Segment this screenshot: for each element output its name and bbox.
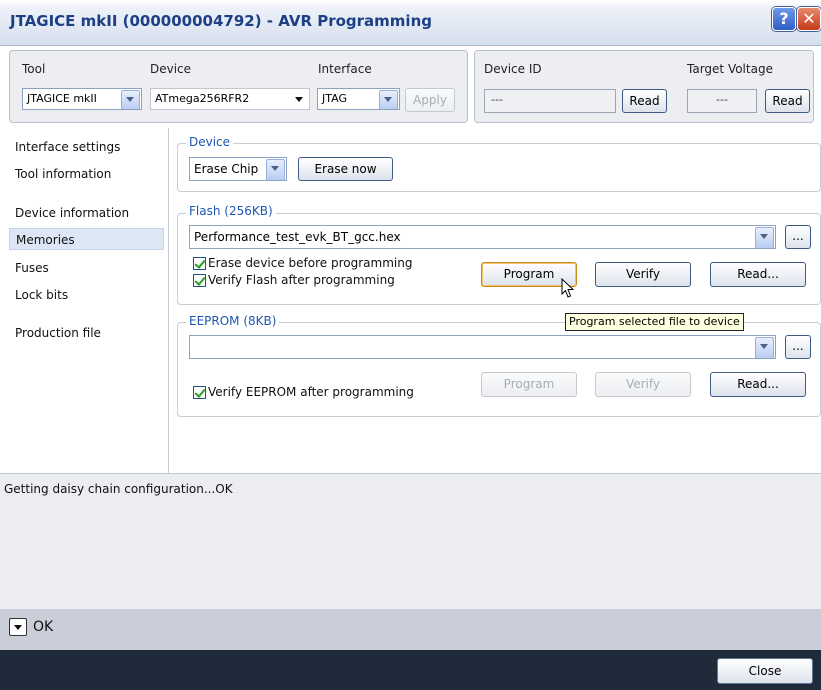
chevron-down-icon xyxy=(379,90,398,109)
sidebar-item-production-file[interactable]: Production file xyxy=(9,322,164,344)
flash-file-value: Performance_test_evk_BT_gcc.hex xyxy=(194,230,401,244)
erase-mode-value: Erase Chip xyxy=(194,162,259,176)
eeprom-file-select[interactable] xyxy=(189,335,776,359)
tool-label: Tool xyxy=(22,62,46,76)
eeprom-browse-button[interactable]: ... xyxy=(785,335,811,359)
flash-group-title: Flash (256KB) xyxy=(186,204,276,218)
chevron-down-icon xyxy=(755,337,774,358)
device-group-title: Device xyxy=(186,135,234,149)
interface-label: Interface xyxy=(318,62,372,76)
eeprom-program-button[interactable]: Program xyxy=(481,372,577,397)
caret-down-icon xyxy=(14,625,22,630)
device-select[interactable]: ATmega256RFR2 xyxy=(150,88,310,110)
program-tooltip: Program selected file to device xyxy=(565,313,744,331)
device-id-field: --- xyxy=(484,89,616,113)
caret-down-icon xyxy=(295,97,303,102)
sidebar: Interface settings Tool information Devi… xyxy=(9,128,164,473)
connection-panel xyxy=(9,50,468,123)
eeprom-read-button[interactable]: Read... xyxy=(710,372,806,397)
interface-select[interactable]: JTAG xyxy=(317,88,400,110)
sidebar-item-tool-information[interactable]: Tool information xyxy=(9,163,164,185)
device-id-label: Device ID xyxy=(484,62,542,76)
sidebar-item-memories[interactable]: Memories xyxy=(9,228,164,250)
verify-flash-checkbox[interactable] xyxy=(193,274,206,287)
window-close-button[interactable]: ✕ xyxy=(797,7,821,31)
status-text: OK xyxy=(33,619,54,635)
status-bar: OK xyxy=(0,609,821,650)
sidebar-item-fuses[interactable]: Fuses xyxy=(9,257,164,279)
target-voltage-field: --- xyxy=(687,89,757,113)
device-select-value: ATmega256RFR2 xyxy=(155,92,250,105)
flash-read-button[interactable]: Read... xyxy=(710,262,806,287)
sidebar-item-lock-bits[interactable]: Lock bits xyxy=(9,284,164,306)
chevron-down-icon xyxy=(266,159,285,180)
footer-bar: Close xyxy=(0,650,821,690)
mouse-cursor-icon xyxy=(561,278,575,298)
target-voltage-read-button[interactable]: Read xyxy=(765,89,810,113)
device-id-read-button[interactable]: Read xyxy=(622,89,667,113)
sidebar-item-interface-settings[interactable]: Interface settings xyxy=(9,136,164,158)
close-button[interactable]: Close xyxy=(717,658,813,684)
target-voltage-label: Target Voltage xyxy=(687,62,773,76)
log-panel: Getting daisy chain configuration...OK xyxy=(0,473,821,609)
sidebar-item-device-information[interactable]: Device information xyxy=(9,202,164,224)
log-text: Getting daisy chain configuration...OK xyxy=(4,482,233,496)
sidebar-divider xyxy=(168,128,169,473)
device-label: Device xyxy=(150,62,192,76)
eeprom-verify-button[interactable]: Verify xyxy=(595,372,691,397)
eeprom-group-title: EEPROM (8KB) xyxy=(186,314,280,328)
chevron-down-icon xyxy=(121,90,140,109)
erase-before-label: Erase device before programming xyxy=(208,256,413,270)
erase-mode-select[interactable]: Erase Chip xyxy=(189,157,287,181)
expand-log-button[interactable] xyxy=(9,618,27,636)
verify-flash-label: Verify Flash after programming xyxy=(208,273,395,287)
tool-select-value: JTAGICE mkII xyxy=(27,92,97,105)
verify-eeprom-label: Verify EEPROM after programming xyxy=(208,385,414,399)
verify-eeprom-checkbox[interactable] xyxy=(193,386,206,399)
apply-button[interactable]: Apply xyxy=(405,88,455,112)
flash-file-select[interactable]: Performance_test_evk_BT_gcc.hex xyxy=(189,225,776,249)
window-title: JTAGICE mkII (000000004792) - AVR Progra… xyxy=(10,12,432,30)
help-button[interactable]: ? xyxy=(772,7,796,31)
erase-now-button[interactable]: Erase now xyxy=(298,157,393,181)
flash-browse-button[interactable]: ... xyxy=(785,225,811,249)
chevron-down-icon xyxy=(755,227,774,248)
tool-select[interactable]: JTAGICE mkII xyxy=(22,88,142,110)
interface-select-value: JTAG xyxy=(322,92,347,105)
erase-before-checkbox[interactable] xyxy=(193,257,206,270)
flash-verify-button[interactable]: Verify xyxy=(595,262,691,287)
